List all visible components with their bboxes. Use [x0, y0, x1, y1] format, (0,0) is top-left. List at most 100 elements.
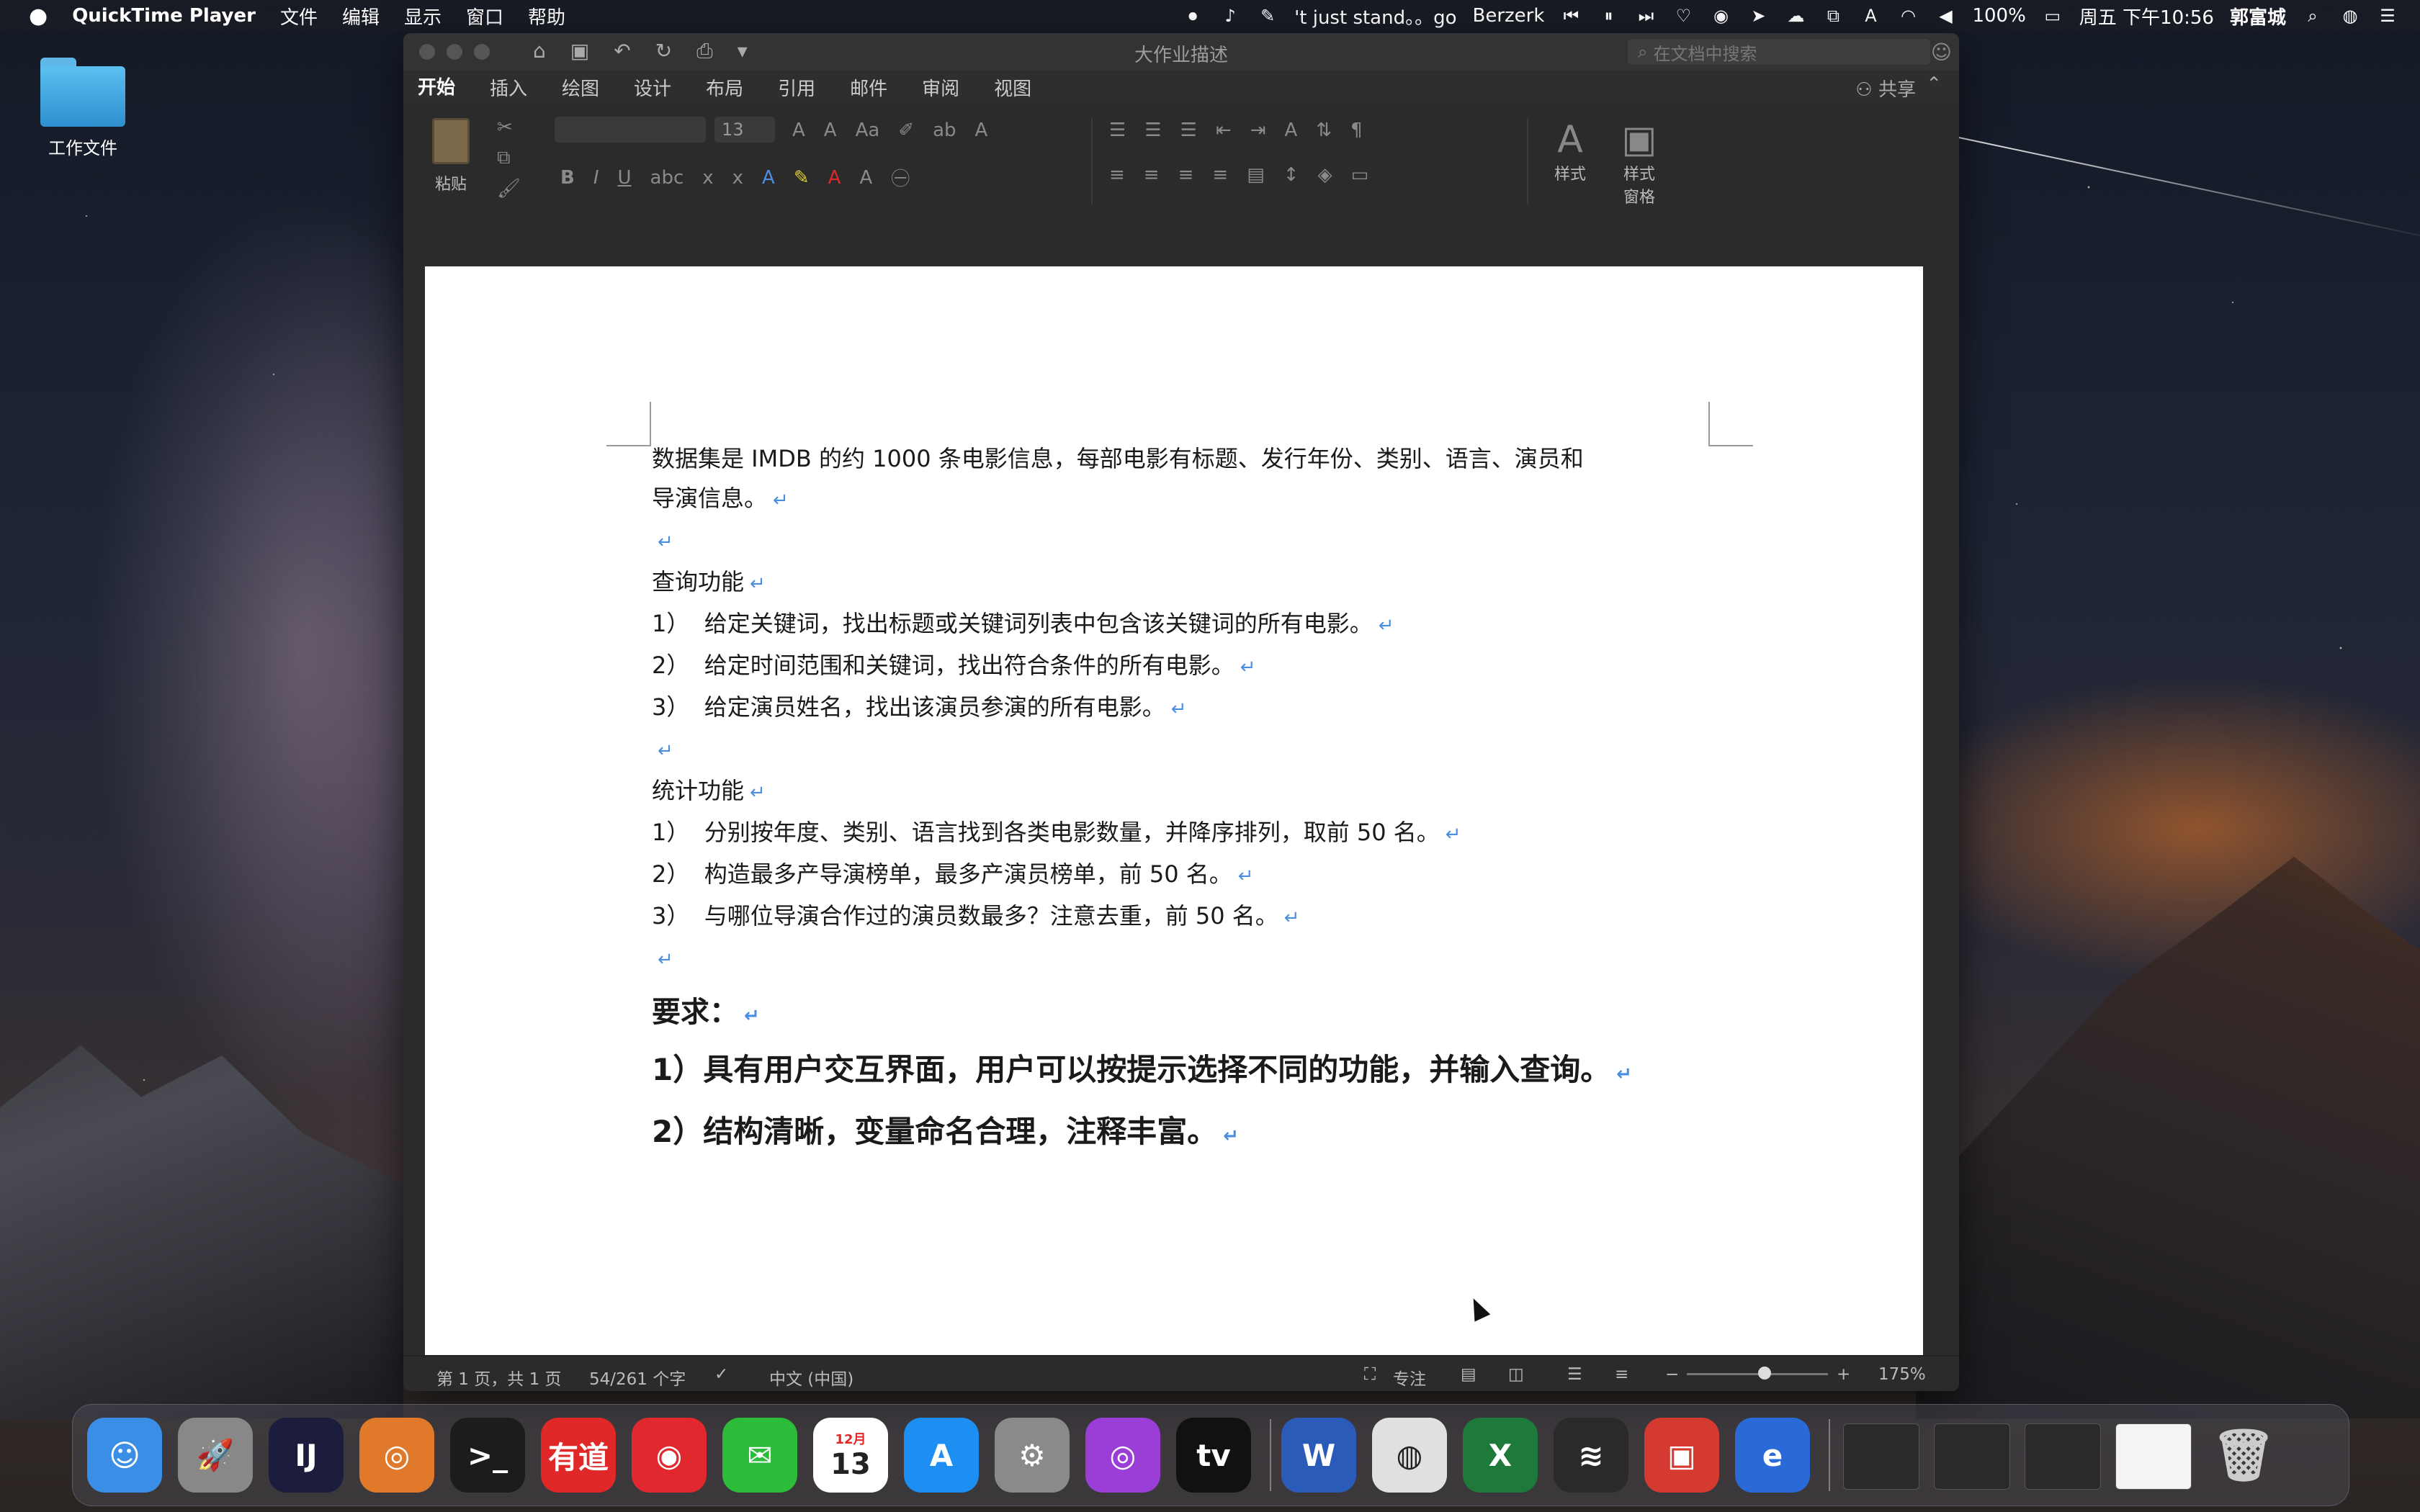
focus-label[interactable]: 专注: [1393, 1365, 1426, 1390]
dock-remote-desktop-icon[interactable]: ▣: [1644, 1418, 1719, 1493]
previous-track-icon[interactable]: ⏮: [1560, 5, 1582, 27]
subscript-button[interactable]: x: [702, 167, 713, 189]
align-center-icon[interactable]: ≡: [1144, 164, 1160, 186]
siri-icon[interactable]: ◍: [2339, 5, 2361, 27]
text-effects-icon[interactable]: A: [762, 167, 775, 189]
feedback-smiley-icon[interactable]: ☺: [1931, 40, 1952, 64]
dock-calendar-icon[interactable]: 12月 13: [813, 1418, 888, 1493]
send-icon[interactable]: ➤: [1747, 5, 1769, 27]
dock-podcasts-icon[interactable]: ◎: [1085, 1418, 1160, 1493]
dock-intellij-icon[interactable]: IJ: [269, 1418, 344, 1493]
document-body[interactable]: 数据集是 IMDB 的约 1000 条电影信息，每部电影有标题、发行年份、类别、…: [652, 439, 1775, 1165]
cut-icon[interactable]: ✂: [497, 117, 521, 138]
apple-menu-icon[interactable]: ●: [29, 4, 48, 29]
bullets-icon[interactable]: ☰: [1109, 120, 1126, 141]
multilevel-list-icon[interactable]: ☰: [1180, 120, 1197, 141]
notification-center-icon[interactable]: ☰: [2377, 5, 2398, 27]
increase-indent-icon[interactable]: ⇥: [1250, 120, 1266, 141]
format-painter-icon[interactable]: 🖌: [497, 178, 521, 199]
tab-insert[interactable]: 插入: [490, 70, 527, 105]
zoom-level[interactable]: 175%: [1878, 1365, 1926, 1384]
underline-button[interactable]: U: [618, 167, 632, 189]
mirror-icon[interactable]: ⧉: [1822, 5, 1844, 27]
dock-word-icon[interactable]: W: [1281, 1418, 1356, 1493]
zoom-out-button[interactable]: −: [1665, 1365, 1679, 1384]
menu-help[interactable]: 帮助: [528, 3, 565, 30]
bold-button[interactable]: B: [560, 167, 575, 189]
tab-layout[interactable]: 布局: [706, 70, 743, 105]
paste-button[interactable]: 粘贴: [422, 118, 480, 194]
next-track-icon[interactable]: ⏭: [1635, 5, 1657, 27]
dock-system-preferences-icon[interactable]: ⚙: [995, 1418, 1070, 1493]
desktop-folder[interactable]: 工作文件: [36, 58, 130, 159]
strikethrough-button[interactable]: abc: [650, 167, 684, 189]
shrink-font-icon[interactable]: A: [824, 120, 837, 141]
dock-terminal-icon[interactable]: >_: [450, 1418, 525, 1493]
clock[interactable]: 周五 下午10:56: [2079, 3, 2214, 30]
dock-chrome-icon[interactable]: ◍: [1372, 1418, 1447, 1493]
asian-layout-icon[interactable]: A: [1285, 120, 1298, 141]
dock-minimized-window-thumbnail[interactable]: [2115, 1423, 2192, 1490]
font-color-icon[interactable]: A: [828, 167, 841, 189]
dock-apple-tv-icon[interactable]: tv: [1176, 1418, 1251, 1493]
print-layout-icon[interactable]: ▤: [1461, 1365, 1476, 1384]
netease-icon[interactable]: ◉: [1710, 5, 1731, 27]
phonetic-guide-icon[interactable]: ab: [933, 120, 956, 141]
decrease-indent-icon[interactable]: ⇤: [1216, 120, 1232, 141]
font-name-select[interactable]: [555, 117, 706, 143]
now-playing-artist[interactable]: Berzerk: [1473, 5, 1545, 27]
tab-references[interactable]: 引用: [778, 70, 815, 105]
align-left-icon[interactable]: ≡: [1109, 164, 1125, 186]
wifi-icon[interactable]: ◠: [1897, 5, 1919, 27]
dock-youdao-icon[interactable]: 有道: [541, 1418, 616, 1493]
tab-view[interactable]: 视图: [994, 70, 1031, 105]
clear-formatting-icon[interactable]: ✐: [898, 120, 914, 141]
app-menu[interactable]: QuickTime Player: [72, 5, 256, 27]
save-icon[interactable]: ▣: [570, 39, 589, 63]
align-right-icon[interactable]: ≡: [1178, 164, 1194, 186]
zoom-slider[interactable]: [1687, 1367, 1828, 1380]
highlight-color-icon[interactable]: ✎: [794, 167, 810, 189]
web-layout-icon[interactable]: ◫: [1508, 1365, 1524, 1384]
music-app-icon[interactable]: ♪: [1219, 5, 1241, 27]
undo-icon[interactable]: ↶: [614, 39, 630, 63]
focus-icon[interactable]: ⛶: [1364, 1365, 1376, 1384]
dock-wechat-icon[interactable]: ✉: [722, 1418, 797, 1493]
volume-icon[interactable]: ◀: [1935, 5, 1956, 27]
menu-window[interactable]: 窗口: [466, 3, 503, 30]
menu-file[interactable]: 文件: [280, 3, 318, 30]
redo-icon[interactable]: ↻: [655, 39, 672, 63]
dock-trash-icon[interactable]: 🗑: [2206, 1418, 2281, 1493]
heart-icon[interactable]: ♡: [1672, 5, 1694, 27]
change-case-icon[interactable]: Aa: [856, 120, 880, 141]
tab-draw[interactable]: 绘图: [562, 70, 599, 105]
styles-button[interactable]: A 样式: [1541, 118, 1599, 184]
close-window-button[interactable]: [419, 44, 435, 60]
print-icon[interactable]: ⎙: [696, 39, 712, 63]
show-marks-icon[interactable]: ¶: [1350, 120, 1363, 141]
distributed-icon[interactable]: ▤: [1247, 164, 1265, 186]
dock-netease-music-icon[interactable]: ◉: [632, 1418, 707, 1493]
menu-edit[interactable]: 编辑: [342, 3, 380, 30]
dock-pycharm-like-icon[interactable]: ◎: [359, 1418, 434, 1493]
dock-finder-icon[interactable]: ☺: [87, 1418, 162, 1493]
user-name[interactable]: 郭富城: [2230, 3, 2286, 30]
borders-icon[interactable]: ▭: [1351, 164, 1369, 186]
dock-minimized-window-thumbnail[interactable]: [1934, 1423, 2010, 1490]
pause-icon[interactable]: ⏸: [1597, 5, 1619, 27]
now-playing-title[interactable]: 't just stand。。go: [1294, 3, 1456, 30]
spotlight-icon[interactable]: ⌕: [2302, 5, 2323, 27]
superscript-button[interactable]: x: [732, 167, 743, 189]
sort-icon[interactable]: ⇅: [1316, 120, 1332, 141]
tab-mailings[interactable]: 邮件: [850, 70, 887, 105]
home-icon[interactable]: ⌂: [533, 39, 546, 63]
character-shading-icon[interactable]: A: [859, 167, 872, 189]
dock-excel-icon[interactable]: X: [1463, 1418, 1538, 1493]
italic-button[interactable]: I: [593, 167, 599, 189]
battery-icon[interactable]: ▭: [2042, 5, 2063, 27]
zoom-window-button[interactable]: [474, 44, 490, 60]
enclose-character-icon[interactable]: ㊀: [891, 164, 910, 191]
record-icon[interactable]: ⏺: [1182, 5, 1204, 27]
zoom-in-button[interactable]: +: [1837, 1365, 1850, 1384]
dock-minimized-window-thumbnail[interactable]: [1843, 1423, 1919, 1490]
